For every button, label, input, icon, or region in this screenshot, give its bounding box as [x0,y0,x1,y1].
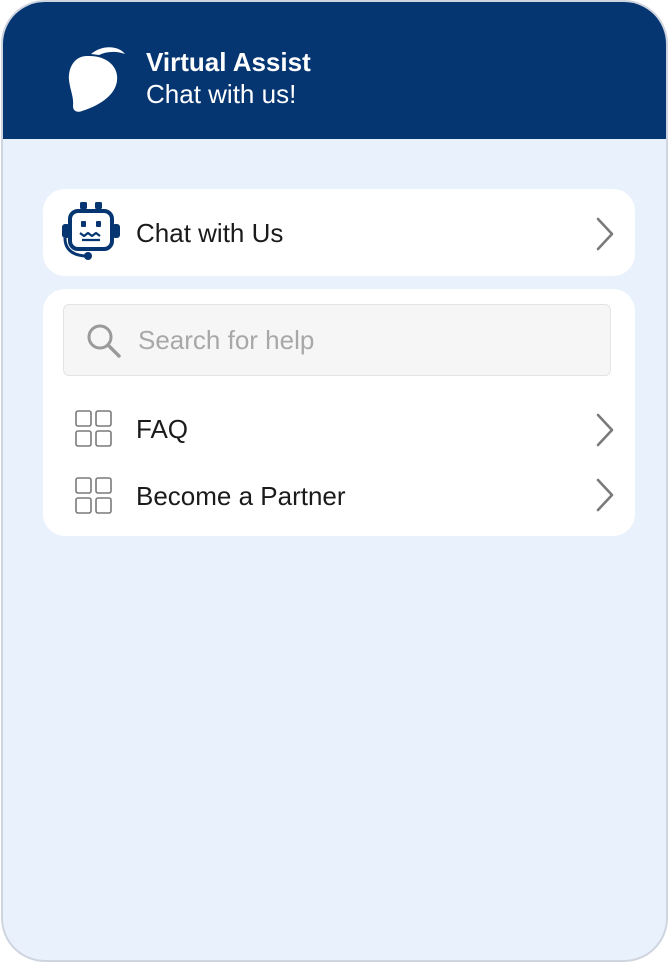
list-item-faq[interactable]: FAQ [43,397,635,461]
grid-icon [75,410,112,447]
chevron-right-icon [596,217,614,251]
widget-header: Virtual Assist Chat with us! [3,2,666,139]
search-box[interactable] [63,304,611,376]
list-item-become-a-partner[interactable]: Become a Partner [43,464,635,528]
mango-logo-icon [68,47,125,112]
search-input[interactable] [138,321,578,359]
chat-with-us-button[interactable]: Chat with Us [43,189,635,276]
chevron-right-icon [596,478,614,512]
chevron-right-icon [596,413,614,447]
chatbot-headset-icon [62,202,120,260]
become-a-partner-label: Become a Partner [136,481,346,511]
faq-label: FAQ [136,414,189,444]
chat-with-us-label: Chat with Us [136,218,284,248]
virtual-assist-widget: Virtual Assist Chat with us! Chat with U… [1,0,668,962]
header-subtitle: Chat with us! [146,79,297,109]
header-title: Virtual Assist [146,47,311,77]
help-card: FAQ Become a Partner [43,289,635,536]
search-icon [87,324,121,358]
grid-icon [75,477,112,514]
